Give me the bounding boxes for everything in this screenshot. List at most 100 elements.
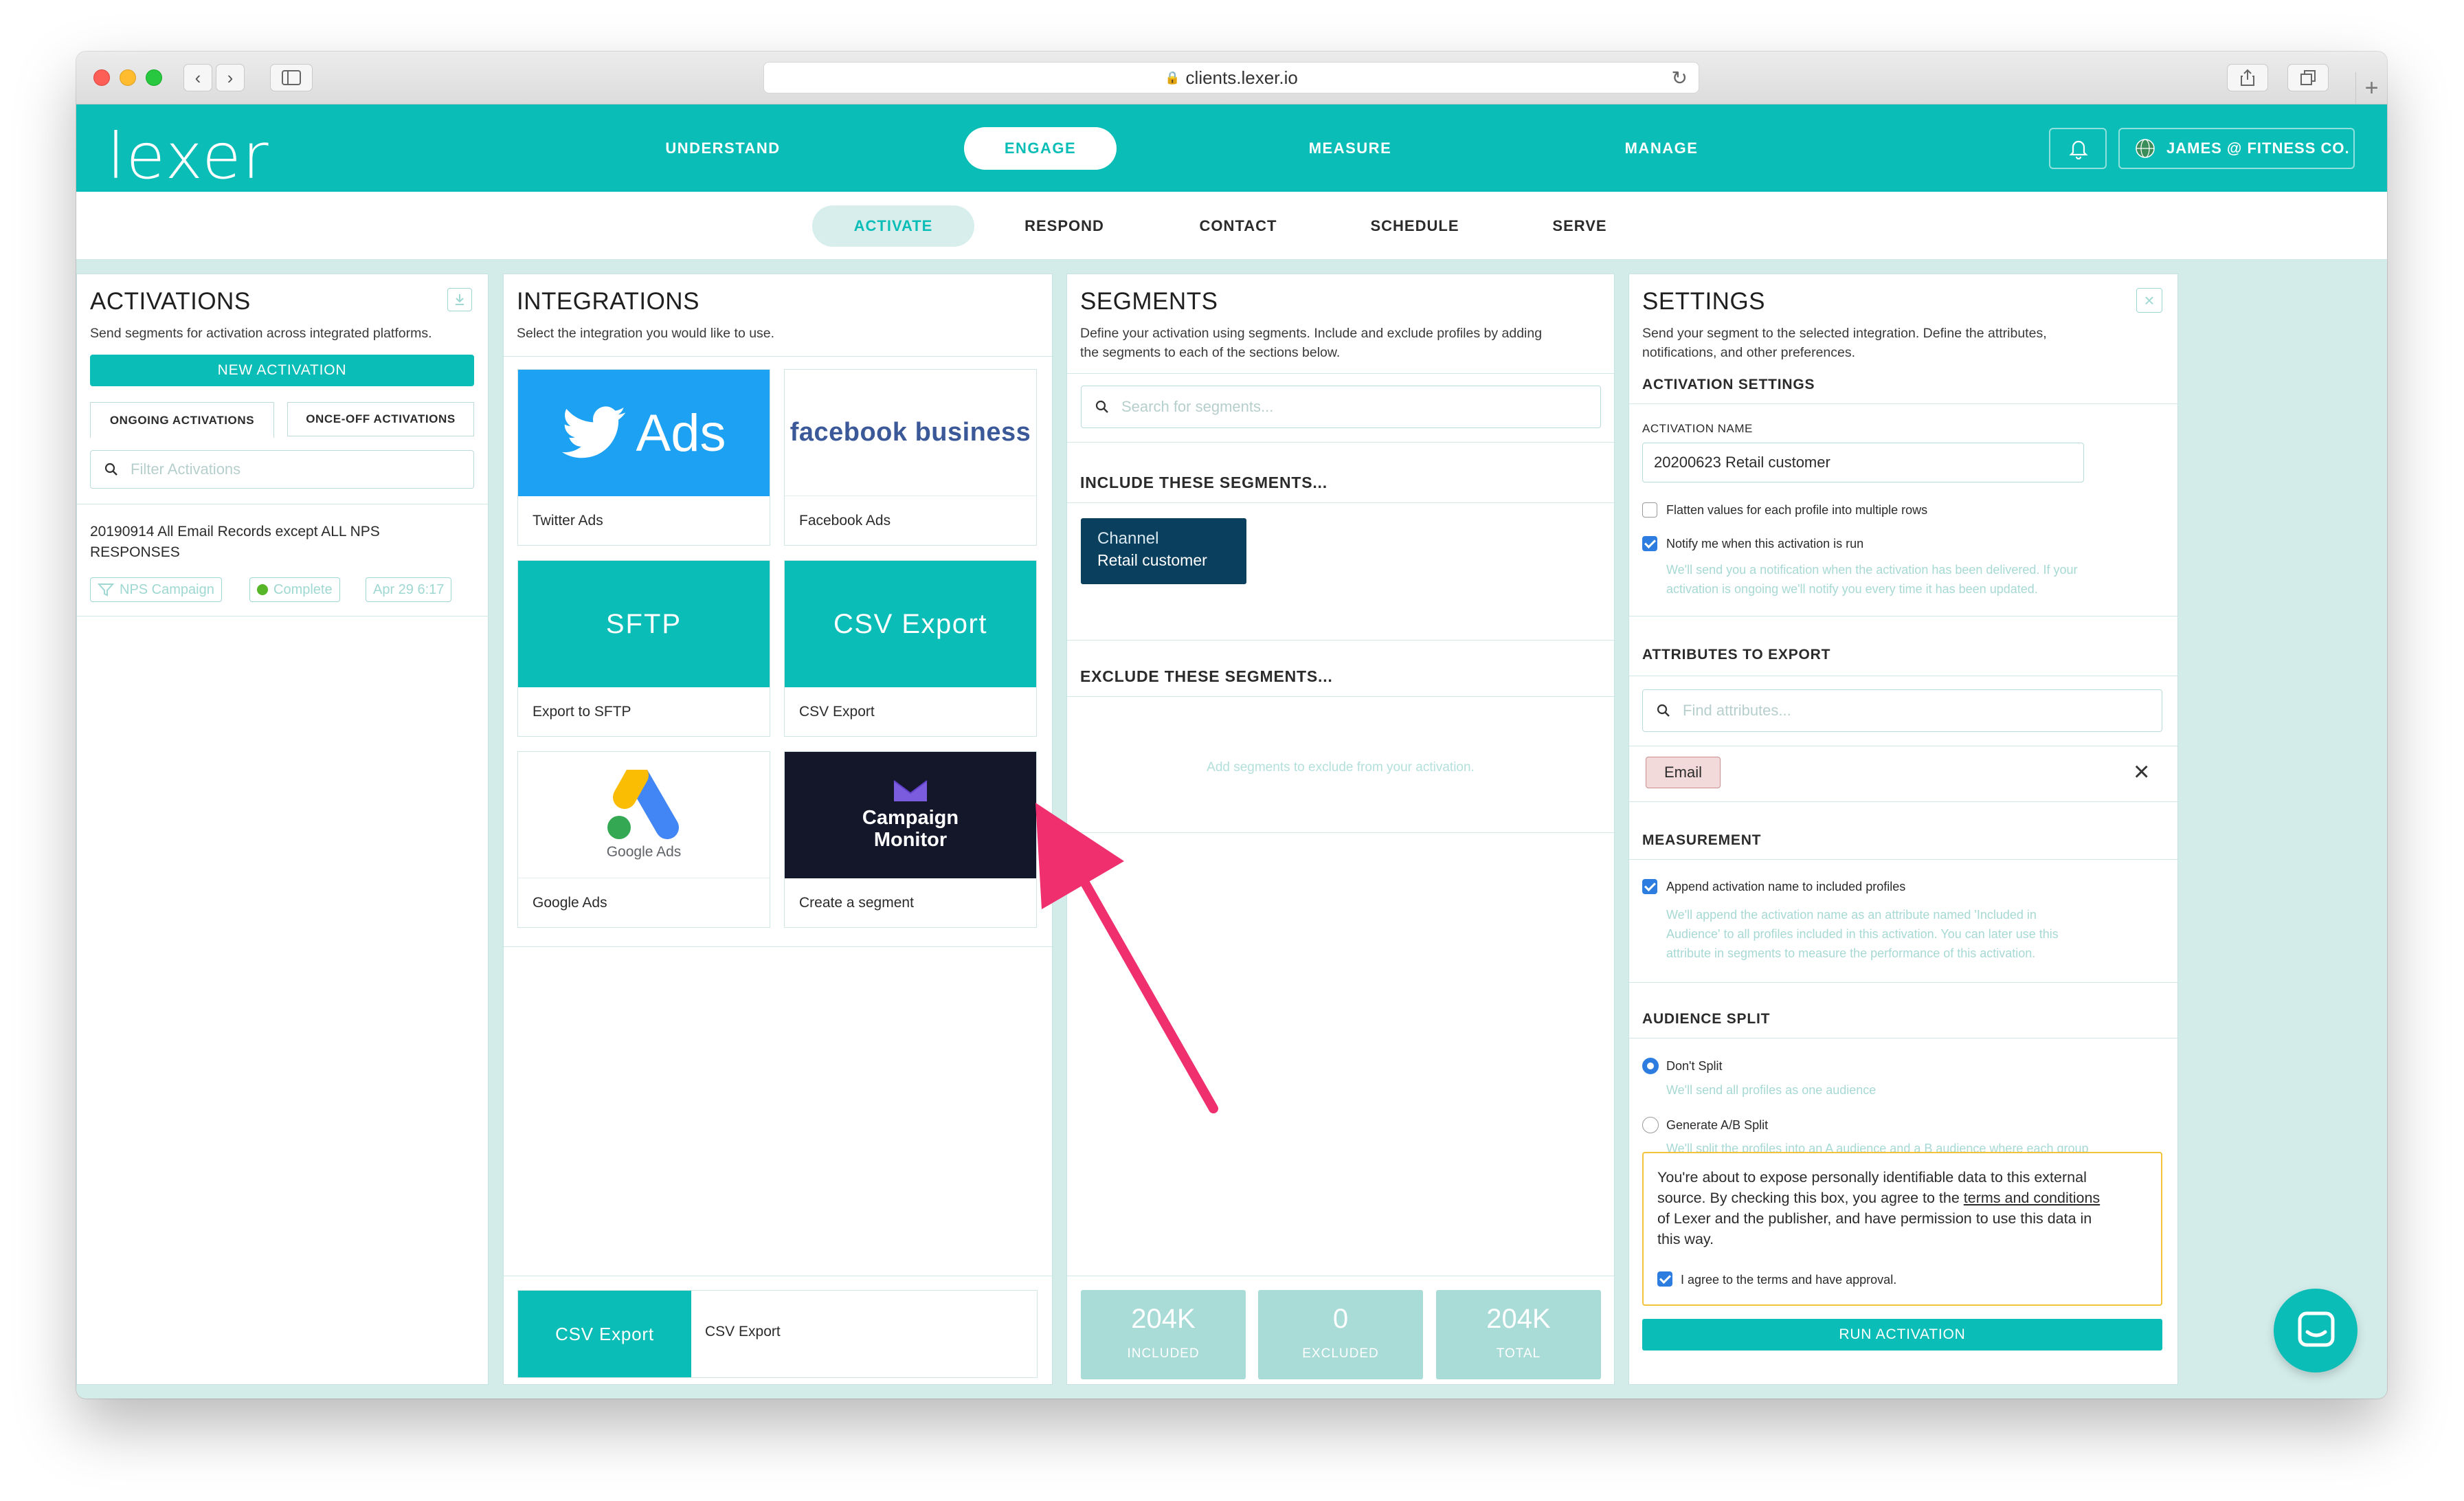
download-button[interactable] [447,288,472,311]
stat-total-caption: TOTAL [1496,1346,1541,1361]
google-ads-art: Google Ads [518,752,770,878]
nav-measure[interactable]: MEASURE [1274,127,1426,170]
nav-manage[interactable]: MANAGE [1585,127,1738,170]
segment-chip-name: Retail customer [1097,551,1207,569]
filter-activations-input[interactable]: Filter Activations [90,450,474,489]
integration-label: Twitter Ads [533,513,603,529]
attribute-chip-email[interactable]: Email [1646,757,1721,788]
dont-split-radio[interactable] [1642,1058,1659,1074]
reload-icon[interactable]: ↻ [1672,67,1688,89]
integration-tile-google-ads[interactable]: Google Ads Google Ads [517,751,770,928]
activation-name-label: ACTIVATION NAME [1642,422,1753,435]
settings-description-line: Send your segment to the selected integr… [1642,326,2047,341]
audience-split-title: AUDIENCE SPLIT [1642,1011,1771,1027]
segments-search-input[interactable]: Search for segments... [1081,386,1601,428]
remove-attribute-button[interactable]: × [2133,758,2149,786]
stat-included: 204K INCLUDED [1081,1290,1246,1379]
tab-schedule[interactable]: SCHEDULE [1361,205,1468,247]
terms-link[interactable]: terms and conditions [1964,1190,2100,1206]
twitter-bird-icon [561,406,625,458]
close-window-button[interactable] [93,69,110,86]
activation-name-input[interactable]: 20200623 Retail customer [1642,443,2084,482]
share-button[interactable] [2227,64,2268,91]
close-settings-button[interactable]: × [2136,288,2162,313]
integration-tile-twitter-ads[interactable]: Ads Twitter Ads [517,369,770,546]
forward-button[interactable]: › [216,64,245,91]
plus-icon: + [2364,74,2379,101]
user-menu[interactable]: JAMES @ FITNESS CO. [2118,128,2355,169]
back-button[interactable]: ‹ [183,64,212,91]
sftp-art-label: SFTP [605,608,682,639]
pii-warning-line: of Lexer and the publisher, and have per… [1657,1210,2092,1227]
integration-tile-csv-export[interactable]: CSV Export CSV Export [784,560,1037,737]
pii-warning-line: You're about to expose personally identi… [1657,1169,2087,1186]
close-icon: × [2133,757,2150,787]
tab-ongoing-activations[interactable]: ONGOING ACTIVATIONS [90,402,274,438]
annotation-arrow-icon [1035,803,1218,1113]
search-icon [104,463,117,476]
ab-split-label: Generate A/B Split [1666,1118,1769,1132]
integrations-title: INTEGRATIONS [517,288,699,315]
activation-item-name[interactable]: 20190914 All Email Records except ALL NP… [90,522,461,563]
twitter-ads-art: Ads [518,370,770,496]
flatten-values-checkbox[interactable] [1642,502,1657,518]
integration-label: CSV Export [799,704,875,720]
csv-export-art-label: CSV Export [833,608,987,639]
tabs-button[interactable] [2287,64,2329,91]
sftp-art: SFTP [518,561,770,687]
integration-tile-facebook-ads[interactable]: facebook business Facebook Ads [784,369,1037,546]
integrations-panel: INTEGRATIONS Select the integration you … [503,274,1053,1385]
nav-engage[interactable]: ENGAGE [964,127,1117,170]
google-ads-art-label: Google Ads [606,843,682,860]
notify-hint-line: activation is ongoing we'll notify you e… [1666,582,2038,596]
globe-icon [2136,139,2155,158]
sidebar-toggle-button[interactable] [270,64,313,91]
browser-window: ‹ › 🔒 clients.lexer.io ↻ + lexer UNDERST… [76,52,2387,1399]
segments-title: SEGMENTS [1080,288,1218,315]
chevron-left-icon: ‹ [194,67,201,88]
notifications-button[interactable] [2049,128,2107,169]
stat-total-value: 204K [1486,1304,1551,1334]
maximize-window-button[interactable] [146,69,162,86]
tab-activate[interactable]: ACTIVATE [812,205,974,247]
facebook-business-logo: facebook business [789,418,1031,447]
lock-icon: 🔒 [1165,70,1180,85]
integration-tile-sftp[interactable]: SFTP Export to SFTP [517,560,770,737]
minimize-window-button[interactable] [120,69,136,86]
search-icon [1095,400,1108,413]
address-bar[interactable]: 🔒 clients.lexer.io ↻ [763,62,1699,93]
append-hint-line: We'll append the activation name as an a… [1666,908,2037,922]
google-ads-icon [607,769,679,839]
append-activation-name-checkbox[interactable] [1642,879,1657,894]
new-activation-button[interactable]: NEW ACTIVATION [90,355,474,386]
campaign-monitor-icon [893,780,928,801]
status-badge-label: Complete [273,581,333,597]
twitter-ads-art-label: Ads [636,403,726,463]
include-segment-chip[interactable]: Channel Retail customer [1081,518,1246,584]
selected-integration[interactable]: CSV Export CSV Export [517,1290,1038,1378]
new-tab-button[interactable]: + [2355,72,2387,104]
pii-warning-text: You're about to expose personally identi… [1657,1167,2100,1249]
tab-once-off-activations[interactable]: ONCE-OFF ACTIVATIONS [287,402,474,436]
share-icon [2241,69,2254,86]
tab-contact[interactable]: CONTACT [1185,205,1292,247]
bell-icon [2069,140,2088,159]
settings-description-line: notifications, and other preferences. [1642,345,1856,360]
notify-checkbox[interactable] [1642,536,1657,551]
tab-serve[interactable]: SERVE [1526,205,1633,247]
nav-understand[interactable]: UNDERSTAND [647,127,799,170]
agree-terms-checkbox[interactable] [1657,1271,1672,1287]
find-attributes-input[interactable]: Find attributes... [1642,689,2162,732]
stat-total: 204K TOTAL [1436,1290,1601,1379]
tab-respond[interactable]: RESPOND [1011,205,1118,247]
settings-panel: SETTINGS × Send your segment to the sele… [1628,274,2178,1385]
run-activation-button[interactable]: RUN ACTIVATION [1642,1319,2162,1350]
chat-launcher-button[interactable] [2274,1289,2357,1372]
notify-hint-line: We'll send you a notification when the a… [1666,563,2078,577]
ab-split-radio[interactable] [1642,1117,1659,1133]
settings-title: SETTINGS [1642,288,1766,315]
lexer-logo[interactable]: lexer [107,120,270,193]
pii-warning-line: source. By checking this box, you agree … [1657,1188,2100,1208]
sub-navigation: ACTIVATE RESPOND CONTACT SCHEDULE SERVE [76,192,2387,260]
dont-split-label: Don't Split [1666,1059,1723,1073]
